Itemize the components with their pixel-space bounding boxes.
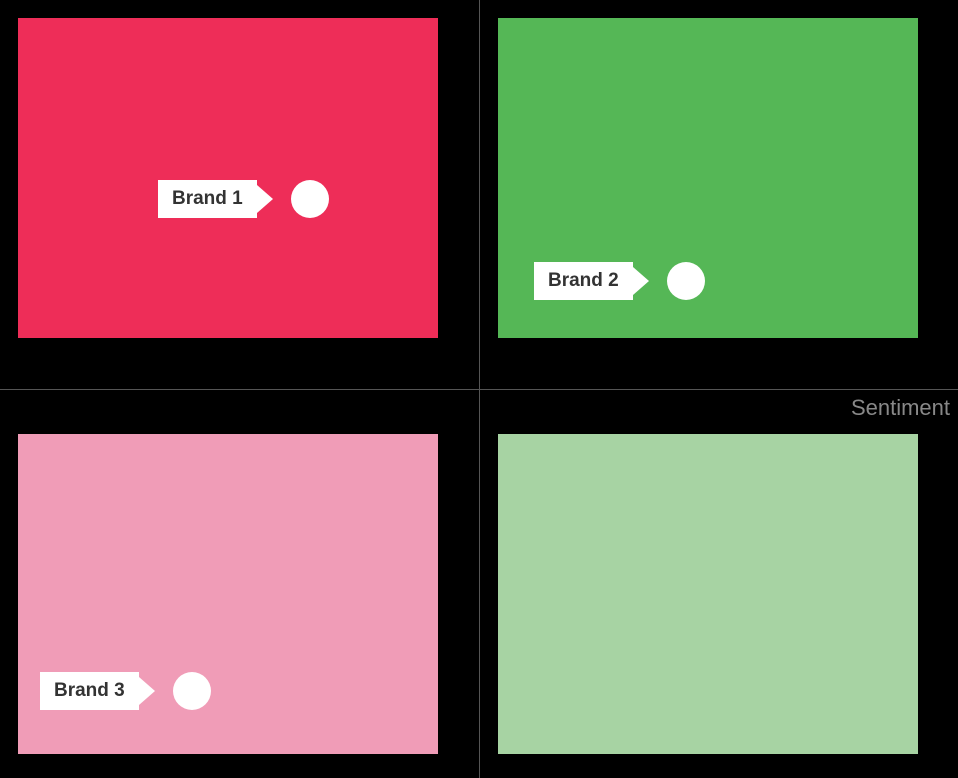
chevron-right-icon — [257, 185, 273, 213]
chevron-right-icon — [633, 267, 649, 295]
quadrant-bottom-right — [498, 434, 918, 754]
data-point — [173, 672, 211, 710]
quadrant-top-left — [18, 18, 438, 338]
marker-label: Brand 1 — [158, 180, 257, 218]
x-axis-label: Sentiment — [851, 395, 950, 421]
data-point — [291, 180, 329, 218]
marker-brand-2: Brand 2 — [534, 262, 705, 300]
marker-brand-1: Brand 1 — [158, 180, 329, 218]
chevron-right-icon — [139, 677, 155, 705]
marker-brand-3: Brand 3 — [40, 672, 211, 710]
marker-label: Brand 2 — [534, 262, 633, 300]
quadrant-chart: Sentiment Brand 1 Brand 2 Brand 3 — [0, 0, 958, 778]
marker-label: Brand 3 — [40, 672, 139, 710]
data-point — [667, 262, 705, 300]
y-axis — [479, 0, 480, 778]
